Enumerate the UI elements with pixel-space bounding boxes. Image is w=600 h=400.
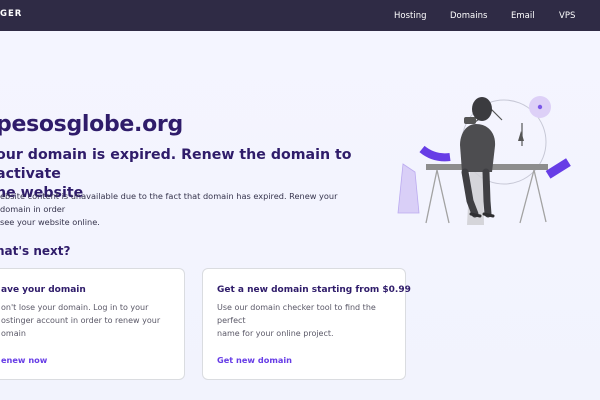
save-domain-card-text-line-3: omain bbox=[1, 329, 26, 338]
new-domain-card: Get a new domain starting from $0.99 Use… bbox=[202, 268, 411, 380]
save-domain-card-text-line-1: on't lose your domain. Log in to your bbox=[1, 303, 149, 312]
get-new-domain-link[interactable]: Get new domain bbox=[217, 355, 292, 365]
expired-description-line-1: ebsite content is unavailable due to the… bbox=[0, 191, 338, 214]
expired-description: ebsite content is unavailable due to the… bbox=[0, 190, 364, 229]
renew-now-link[interactable]: enew now bbox=[1, 355, 47, 365]
nav-email[interactable]: Email bbox=[511, 11, 535, 21]
new-domain-card-text-line-2: name for your online project. bbox=[217, 329, 334, 338]
new-domain-card-text: Use our domain checker tool to find the … bbox=[217, 301, 393, 340]
save-domain-card: ave your domain on't lose your domain. L… bbox=[0, 268, 185, 380]
nav-domains[interactable]: Domains bbox=[450, 11, 487, 21]
save-domain-card-text: on't lose your domain. Log in to your os… bbox=[1, 301, 177, 340]
new-domain-card-title: Get a new domain starting from $0.99 bbox=[217, 285, 411, 295]
domain-title: pesosglobe.org bbox=[0, 112, 183, 137]
whats-next-heading: hat's next? bbox=[0, 244, 71, 258]
nav-hosting[interactable]: Hosting bbox=[394, 11, 427, 21]
new-domain-card-text-line-1: Use our domain checker tool to find the … bbox=[217, 303, 376, 325]
save-domain-card-title: ave your domain bbox=[1, 285, 86, 295]
save-domain-card-text-line-2: ostinger account in order to renew your bbox=[1, 316, 161, 325]
person-at-desk-illustration bbox=[392, 90, 578, 240]
expired-description-line-2: see your website online. bbox=[0, 217, 100, 227]
expired-heading-line-1: our domain is expired. Renew the domain … bbox=[0, 147, 352, 182]
top-navigation-bar: GER Hosting Domains Email VPS bbox=[0, 0, 600, 31]
brand-logo[interactable]: GER bbox=[0, 9, 22, 19]
nav-vps[interactable]: VPS bbox=[559, 11, 575, 21]
